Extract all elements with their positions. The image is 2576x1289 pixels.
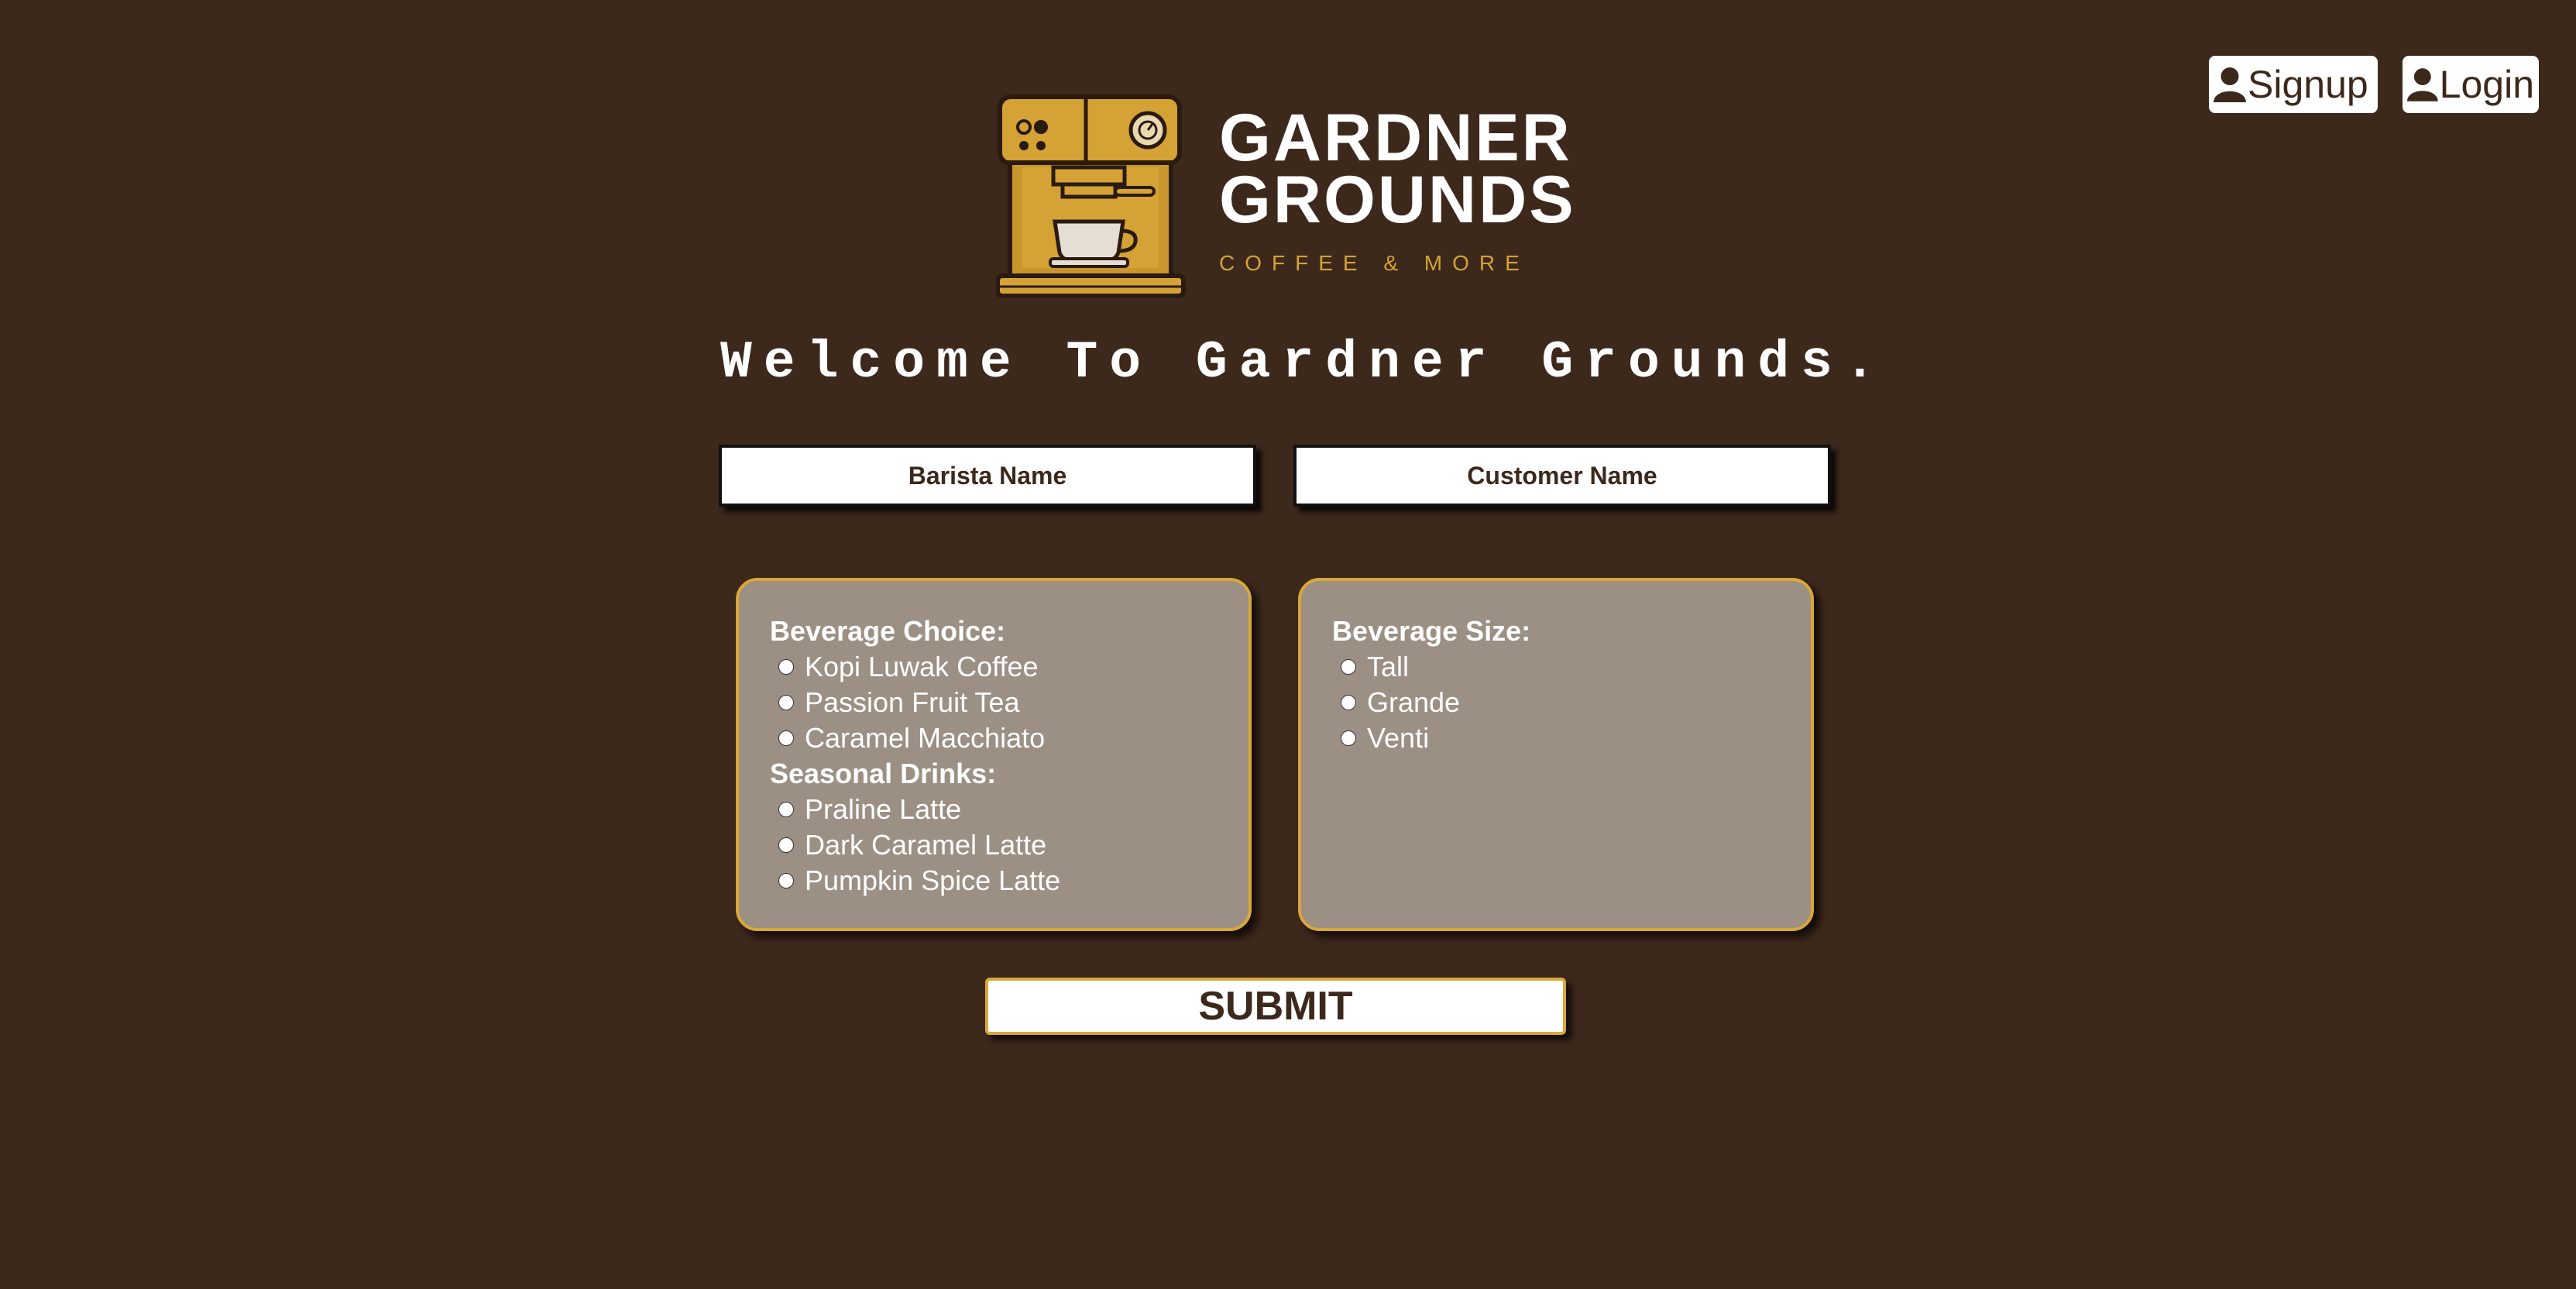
option-label: Pumpkin Spice Latte bbox=[805, 864, 1061, 896]
option-tall[interactable]: Tall bbox=[1332, 649, 1780, 685]
radio-button[interactable] bbox=[778, 730, 794, 746]
radio-button[interactable] bbox=[778, 695, 794, 710]
option-label: Venti bbox=[1367, 722, 1430, 754]
beverage-choice-title: Beverage Choice: bbox=[770, 615, 1006, 647]
option-label: Praline Latte bbox=[805, 793, 962, 825]
radio-button[interactable] bbox=[778, 802, 794, 817]
option-caramel-macchiato[interactable]: Caramel Macchiato bbox=[770, 720, 1218, 756]
login-button[interactable]: Login bbox=[2403, 56, 2539, 113]
login-label: Login bbox=[2439, 63, 2534, 106]
beverage-size-title: Beverage Size: bbox=[1332, 615, 1531, 647]
option-dark-caramel-latte[interactable]: Dark Caramel Latte bbox=[770, 827, 1218, 863]
option-label: Passion Fruit Tea bbox=[805, 686, 1020, 718]
beverage-choice-card: Beverage Choice: Kopi Luwak Coffee Passi… bbox=[736, 578, 1252, 931]
radio-button[interactable] bbox=[1341, 659, 1356, 675]
barista-name-input[interactable] bbox=[719, 445, 1256, 507]
option-venti[interactable]: Venti bbox=[1332, 720, 1780, 756]
option-label: Tall bbox=[1367, 651, 1410, 682]
brand-line-2: GROUNDS bbox=[1219, 163, 1576, 237]
beverage-size-card: Beverage Size: Tall Grande Venti bbox=[1298, 578, 1814, 931]
option-passion-fruit-tea[interactable]: Passion Fruit Tea bbox=[770, 685, 1218, 720]
page-title: Welcome To Gardner Grounds. bbox=[720, 333, 1887, 393]
option-label: Dark Caramel Latte bbox=[805, 829, 1047, 861]
radio-button[interactable] bbox=[778, 659, 794, 675]
option-pumpkin-spice-latte[interactable]: Pumpkin Spice Latte bbox=[770, 863, 1218, 899]
user-icon bbox=[2407, 68, 2438, 101]
option-grande[interactable]: Grande bbox=[1332, 685, 1780, 720]
submit-button[interactable]: SUBMIT bbox=[985, 978, 1566, 1035]
seasonal-drinks-title: Seasonal Drinks: bbox=[770, 758, 997, 789]
option-praline-latte[interactable]: Praline Latte bbox=[770, 792, 1218, 827]
radio-button[interactable] bbox=[778, 837, 794, 853]
radio-button[interactable] bbox=[1341, 695, 1356, 710]
option-label: Kopi Luwak Coffee bbox=[805, 651, 1039, 682]
radio-button[interactable] bbox=[1341, 730, 1356, 746]
option-kopi-luwak[interactable]: Kopi Luwak Coffee bbox=[770, 649, 1218, 685]
customer-name-input[interactable] bbox=[1293, 445, 1831, 507]
brand-line-1: GARDNER bbox=[1219, 101, 1572, 175]
signup-button[interactable]: Signup bbox=[2209, 56, 2378, 113]
radio-button[interactable] bbox=[778, 873, 794, 889]
signup-label: Signup bbox=[2248, 63, 2368, 106]
brand-tagline: COFFEE & MORE bbox=[1219, 251, 1530, 275]
option-label: Caramel Macchiato bbox=[805, 722, 1046, 754]
brand-name: GARDNER GROUNDS bbox=[1219, 101, 1576, 237]
user-icon bbox=[2214, 67, 2246, 102]
option-label: Grande bbox=[1367, 686, 1461, 718]
